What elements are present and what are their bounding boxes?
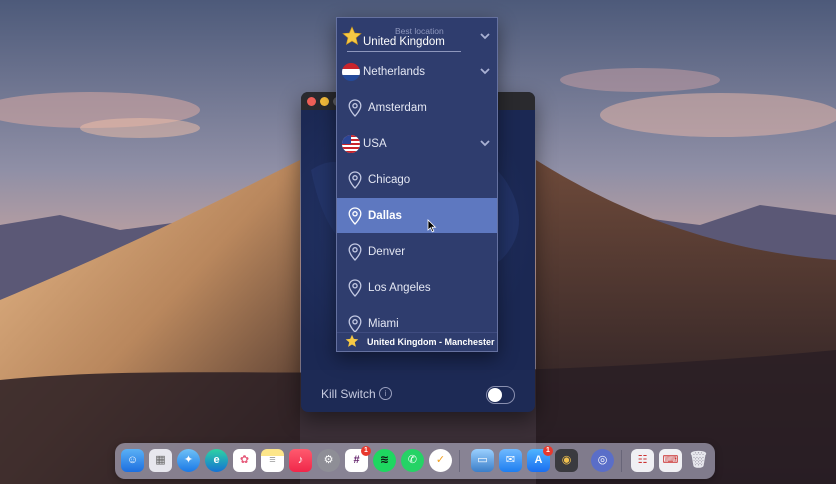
city-label: Miami (368, 317, 399, 330)
city-label: Amsterdam (368, 101, 427, 114)
system-preferences-icon[interactable]: ⚙ (317, 449, 340, 472)
best-location-row[interactable]: Best location United Kingdom (337, 18, 497, 54)
notification-badge: 1 (543, 446, 553, 456)
chevron-down-icon[interactable] (479, 138, 491, 148)
photos-icon[interactable]: ✿ (233, 449, 256, 472)
reminders-icon[interactable]: ☷ (631, 449, 654, 472)
trash-icon[interactable]: 🗑 (687, 449, 710, 472)
toggle-knob (488, 388, 502, 402)
tasks-icon[interactable]: ✓ (429, 449, 452, 472)
location-pin-icon (348, 315, 362, 333)
country-row-netherlands[interactable]: Netherlands (337, 54, 497, 89)
city-label: Denver (368, 245, 406, 258)
city-row-denver[interactable]: Denver (337, 234, 497, 269)
kill-switch-row: Kill Switch i (321, 386, 515, 404)
city-label: Los Angeles (368, 281, 431, 294)
location-pin-icon (348, 279, 362, 297)
notes-icon[interactable]: ≡ (261, 449, 284, 472)
best-location-name: United Kingdom (363, 36, 445, 48)
location-pin-icon (348, 243, 362, 261)
keyboard-icon[interactable]: ⌨ (659, 449, 682, 472)
star-icon (342, 26, 362, 46)
whatsapp-icon[interactable]: ✆ (401, 449, 424, 472)
finder-icon[interactable]: ☺ (121, 449, 144, 472)
city-row-amsterdam[interactable]: Amsterdam (337, 90, 497, 125)
location-pin-icon (348, 207, 362, 225)
city-row-chicago[interactable]: Chicago (337, 162, 497, 197)
city-label: Chicago (368, 173, 411, 186)
chevron-down-icon[interactable] (479, 66, 491, 76)
chevron-down-icon[interactable] (479, 31, 491, 41)
app-store-icon[interactable]: A1 (527, 446, 553, 472)
current-connection-row[interactable]: United Kingdom - Manchester (337, 332, 497, 351)
country-label: USA (363, 137, 387, 150)
location-dropdown[interactable]: Best location United Kingdom Netherlands… (336, 17, 498, 352)
dock-separator (621, 450, 622, 472)
photo-booth-icon[interactable]: ◉ (555, 449, 578, 472)
safari-icon[interactable]: ✦ (177, 449, 200, 472)
best-location-caption: Best location (395, 26, 444, 36)
star-icon (345, 334, 359, 347)
netherlands-flag-icon (342, 63, 360, 81)
divider (347, 51, 461, 52)
notification-badge: 1 (361, 446, 371, 456)
launchpad-icon[interactable]: ▦ (149, 449, 172, 472)
edge-icon[interactable]: e (205, 449, 228, 472)
music-icon[interactable]: ♪ (289, 449, 312, 472)
city-row-los-angeles[interactable]: Los Angeles (337, 270, 497, 305)
slack-icon[interactable]: #1 (345, 446, 371, 472)
kill-switch-label: Kill Switch (321, 387, 376, 401)
location-pin-icon (348, 171, 362, 189)
country-row-usa[interactable]: USA (337, 126, 497, 161)
usa-flag-icon (342, 135, 360, 153)
current-connection-label: United Kingdom - Manchester (367, 337, 495, 347)
dock-separator (459, 450, 460, 472)
close-window-button[interactable] (307, 97, 316, 106)
city-row-dallas[interactable]: Dallas (337, 198, 497, 233)
kill-switch-toggle[interactable] (486, 386, 515, 404)
macos-dock: ☺ ▦ ✦ e ✿ ≡ ♪ ⚙ #1 ≋ ✆ ✓ ▭ ✉ A1 ◉ ◎ ☷ ⌨ … (115, 443, 715, 479)
minimize-window-button[interactable] (320, 97, 329, 106)
mouse-cursor-icon (427, 219, 437, 233)
vpn-app-icon[interactable]: ◎ (591, 449, 614, 472)
info-icon[interactable]: i (379, 387, 392, 400)
country-label: Netherlands (363, 65, 426, 78)
spotify-icon[interactable]: ≋ (373, 449, 396, 472)
location-pin-icon (348, 99, 362, 117)
city-label: Dallas (368, 209, 402, 222)
preview-icon[interactable]: ▭ (471, 449, 494, 472)
mail-icon[interactable]: ✉ (499, 449, 522, 472)
